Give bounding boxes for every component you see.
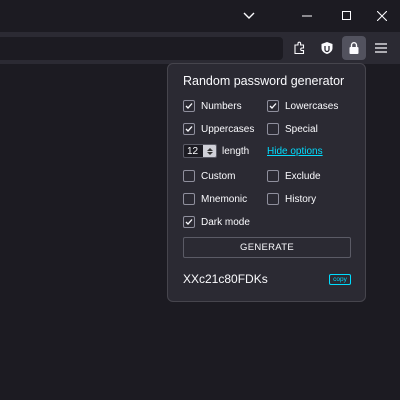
checkbox[interactable]: [183, 100, 195, 112]
close-icon: [377, 11, 387, 21]
checkbox[interactable]: [267, 100, 279, 112]
extensions-icon: [294, 41, 305, 55]
checkmark-icon: [185, 219, 193, 225]
menu-icon: [375, 43, 387, 53]
maximize-button[interactable]: [327, 0, 367, 32]
ublock-button[interactable]: [315, 36, 339, 60]
checkmark-icon: [269, 103, 277, 109]
length-row: 12 length: [183, 144, 249, 158]
length-label: length: [222, 145, 250, 157]
checkbox[interactable]: [183, 193, 195, 205]
close-window-button[interactable]: [362, 0, 400, 32]
option-label: Dark mode: [201, 216, 250, 228]
checkbox[interactable]: [267, 123, 279, 135]
option-special[interactable]: Special: [267, 122, 318, 136]
list-all-tabs-button[interactable]: [229, 0, 269, 32]
length-value[interactable]: 12: [184, 146, 203, 157]
minimize-icon: [302, 15, 312, 17]
option-lowercases[interactable]: Lowercases: [267, 99, 338, 113]
generate-button[interactable]: GENERATE: [183, 237, 351, 258]
option-label: Exclude: [285, 170, 321, 182]
password-generator-popup: Random password generator Numbers Lowerc…: [167, 63, 366, 302]
checkbox[interactable]: [183, 216, 195, 228]
title-bar: [0, 0, 400, 32]
option-numbers[interactable]: Numbers: [183, 99, 242, 113]
option-custom[interactable]: Custom: [183, 169, 235, 183]
checkbox[interactable]: [183, 170, 195, 182]
checkbox[interactable]: [183, 123, 195, 135]
option-label: Mnemonic: [201, 193, 248, 205]
option-dark-mode[interactable]: Dark mode: [183, 215, 250, 229]
spin-buttons[interactable]: [203, 145, 216, 157]
option-history[interactable]: History: [267, 192, 316, 206]
decrement-icon[interactable]: [206, 151, 213, 155]
option-label: Lowercases: [285, 100, 339, 112]
password-generator-icon: [349, 42, 359, 54]
option-label: Uppercases: [201, 123, 255, 135]
copy-button[interactable]: copy: [329, 274, 351, 285]
option-mnemonic[interactable]: Mnemonic: [183, 192, 247, 206]
ublock-icon: [321, 42, 333, 54]
option-exclude[interactable]: Exclude: [267, 169, 321, 183]
length-stepper[interactable]: 12: [183, 144, 217, 158]
maximize-icon: [342, 11, 351, 20]
app-menu-button[interactable]: [369, 36, 393, 60]
chevron-down-icon: [243, 12, 255, 19]
minimize-button[interactable]: [287, 0, 327, 32]
checkbox[interactable]: [267, 170, 279, 182]
password-generator-button[interactable]: [342, 36, 366, 60]
url-bar[interactable]: [0, 37, 283, 60]
option-label: Custom: [201, 170, 236, 182]
hide-options-link[interactable]: Hide options: [267, 146, 323, 157]
increment-icon[interactable]: [206, 147, 213, 151]
checkbox[interactable]: [267, 193, 279, 205]
popup-title: Random password generator: [183, 74, 345, 88]
option-uppercases[interactable]: Uppercases: [183, 122, 254, 136]
option-label: Numbers: [201, 100, 242, 112]
option-label: Special: [285, 123, 318, 135]
checkmark-icon: [185, 126, 193, 132]
extensions-button[interactable]: [288, 36, 312, 60]
checkmark-icon: [185, 103, 193, 109]
option-label: History: [285, 193, 317, 205]
generated-password: XXc21c80FDKs: [183, 272, 268, 286]
